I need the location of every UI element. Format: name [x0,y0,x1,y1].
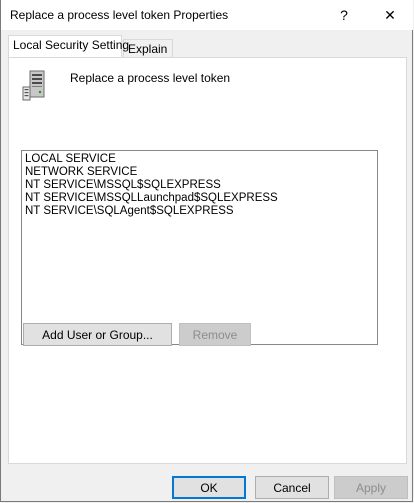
window-title: Replace a process level token Properties [10,8,229,22]
list-item[interactable]: LOCAL SERVICE [25,153,374,166]
close-button[interactable]: ✕ [367,0,413,30]
properties-dialog: Replace a process level token Properties… [0,0,413,502]
list-item[interactable]: NT SERVICE\MSSQLLaunchpad$SQLEXPRESS [25,192,374,205]
accounts-list[interactable]: LOCAL SERVICE NETWORK SERVICE NT SERVICE… [21,150,378,345]
tab-panel: Replace a process level token LOCAL SERV… [8,57,407,464]
tab-local-security-setting[interactable]: Local Security Setting [8,35,129,57]
remove-button[interactable]: Remove [179,323,251,346]
list-item[interactable]: NETWORK SERVICE [25,166,374,179]
tab-explain[interactable]: Explain [123,39,173,59]
list-item[interactable]: NT SERVICE\SQLAgent$SQLEXPRESS [25,205,374,218]
cancel-button[interactable]: Cancel [255,476,329,499]
list-item[interactable]: NT SERVICE\MSSQL$SQLEXPRESS [25,179,374,192]
title-bar: Replace a process level token Properties… [1,0,413,30]
policy-name: Replace a process level token [70,71,231,85]
add-user-or-group-button[interactable]: Add User or Group... [23,323,172,346]
help-button[interactable]: ? [321,0,367,30]
apply-button[interactable]: Apply [334,476,408,499]
ok-button[interactable]: OK [172,476,246,499]
server-icon [22,70,50,102]
